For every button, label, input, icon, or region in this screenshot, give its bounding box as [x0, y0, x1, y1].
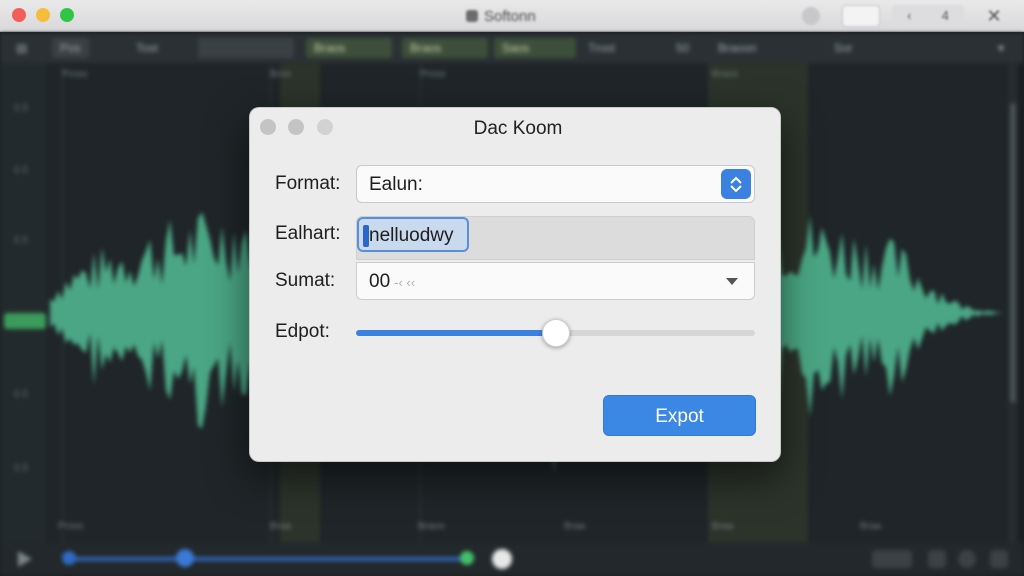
stepper-icon[interactable] — [721, 169, 751, 199]
toolbar-item[interactable]: 50 — [668, 38, 697, 58]
window-title: Softonn — [466, 8, 536, 25]
lane-label: 0.5 — [14, 463, 28, 474]
minimize-window-button[interactable] — [36, 8, 50, 22]
toolbar-item[interactable]: Braoon — [710, 38, 765, 58]
toolbar-item[interactable]: Sor — [826, 38, 861, 58]
transport-button[interactable] — [872, 550, 912, 568]
toolbar-item[interactable]: Trost — [580, 38, 623, 58]
sumat-suffix: -‹ ‹‹ — [394, 275, 416, 290]
toolbar-item[interactable]: Saos — [494, 38, 576, 58]
play-icon[interactable] — [18, 551, 32, 567]
lane-label: 0.5 — [14, 165, 28, 176]
toolbar-item[interactable]: Braos — [306, 38, 392, 58]
transport-button[interactable] — [990, 550, 1008, 568]
maximize-window-button[interactable] — [60, 8, 74, 22]
export-button[interactable]: Expot — [603, 395, 756, 436]
scrubber-start-handle[interactable] — [62, 551, 76, 565]
name-label: Ealhart: — [275, 223, 341, 244]
app-icon — [466, 10, 478, 22]
vertical-scrollbar[interactable] — [1008, 63, 1018, 543]
marker-handle[interactable] — [460, 551, 474, 565]
track-header-lane: 0.5 0.5 0.5 0.5 0.5 — [0, 63, 46, 543]
format-value: Ealun: — [369, 174, 423, 195]
playback-scrubber[interactable] — [62, 557, 462, 561]
lane-label: 0.5 — [14, 389, 28, 400]
slider-thumb[interactable] — [541, 319, 570, 347]
chevron-down-icon[interactable]: ▾ — [990, 38, 1012, 58]
nav-next-button[interactable]: 4 — [942, 5, 949, 27]
format-select[interactable]: Ealun: — [356, 165, 755, 203]
dialog-title: Dac Koom — [473, 118, 563, 139]
selected-text-chip[interactable]: nelluodwy — [357, 217, 469, 252]
name-value: nelluodwy — [369, 225, 454, 246]
transport-bar — [0, 543, 1024, 576]
sumat-value: 00 — [369, 271, 391, 292]
playhead-handle[interactable] — [492, 549, 512, 569]
close-window-button[interactable] — [12, 8, 26, 22]
name-field[interactable]: nelluodwy — [356, 216, 755, 260]
export-slider[interactable] — [356, 319, 755, 347]
transport-button[interactable] — [928, 550, 946, 568]
record-button[interactable] — [802, 7, 820, 25]
toolbar-item[interactable]: Pos — [52, 38, 89, 58]
chevron-down-icon[interactable] — [726, 278, 738, 285]
editor-toolbar: ▤ Pos Tost Braos Braos Saos Trost 50 Bra… — [0, 33, 1024, 63]
toolbar-item[interactable]: Tost — [128, 38, 166, 58]
close-icon[interactable]: ✕ — [982, 5, 1006, 27]
slider-fill — [356, 330, 556, 336]
format-label: Format: — [275, 173, 341, 194]
track-level-indicator[interactable] — [4, 313, 46, 329]
transport-button[interactable] — [958, 550, 976, 568]
navigation-buttons: ‹ 4 — [892, 5, 964, 27]
sumat-label: Sumat: — [275, 270, 336, 291]
window-title-text: Softonn — [484, 8, 536, 25]
lane-label: 0.5 — [14, 103, 28, 114]
scrollbar-thumb[interactable] — [1010, 103, 1016, 403]
sumat-select[interactable]: 00 -‹ ‹‹ — [356, 262, 755, 300]
nav-prev-button[interactable]: ‹ — [907, 5, 911, 27]
toolbar-field[interactable] — [198, 38, 294, 58]
toolbar-pill-button[interactable] — [842, 5, 880, 27]
lane-label: 0.5 — [14, 235, 28, 246]
waveform-view-icon[interactable]: ▤ — [8, 38, 35, 58]
window-titlebar: Softonn ‹ 4 ✕ — [0, 0, 1024, 32]
export-label: Edpot: — [275, 321, 330, 342]
export-dialog: Dac Koom Format: Ealun: Ealhart: nelluod… — [249, 107, 781, 462]
toolbar-item[interactable]: Braos — [402, 38, 488, 58]
scrubber-handle[interactable] — [176, 549, 194, 567]
